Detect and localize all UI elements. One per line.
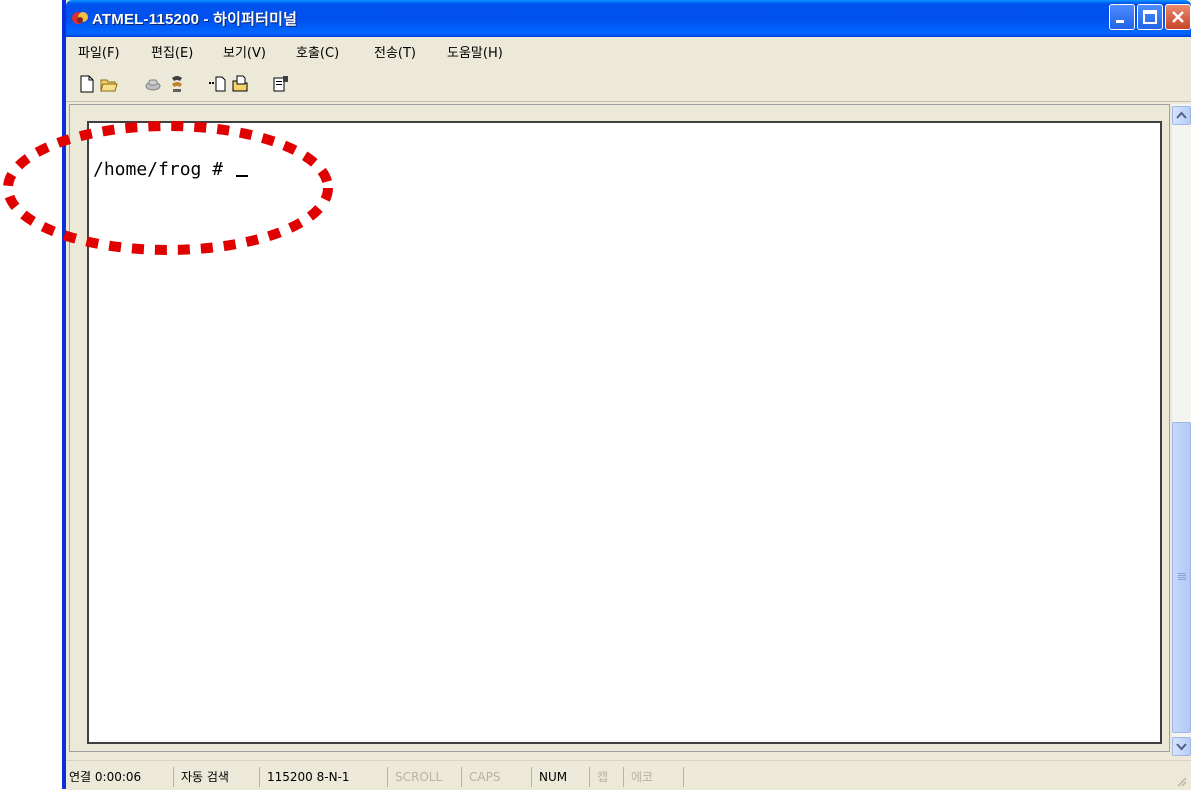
- hyperterminal-app-icon: [72, 12, 88, 24]
- disconnect-icon[interactable]: [168, 75, 186, 93]
- menu-call[interactable]: 호출(C): [296, 42, 339, 61]
- window-title: ATMEL-115200 - 하이퍼터미널: [92, 11, 298, 28]
- title-bar[interactable]: ATMEL-115200 - 하이퍼터미널: [66, 0, 1191, 37]
- menu-help[interactable]: 도움말(H): [447, 42, 503, 61]
- menu-edit[interactable]: 편집(E): [151, 42, 193, 61]
- status-echo: 에코: [628, 767, 684, 787]
- scroll-thumb[interactable]: [1172, 422, 1191, 733]
- properties-icon[interactable]: [272, 75, 290, 93]
- minimize-icon: [1116, 20, 1124, 23]
- status-auto-detect: 자동 검색: [178, 767, 260, 787]
- menu-transfer[interactable]: 전송(T): [374, 42, 416, 61]
- terminal-cursor: [235, 175, 248, 177]
- scroll-down-button[interactable]: [1172, 737, 1191, 756]
- maximize-icon: [1143, 10, 1157, 24]
- status-num: NUM: [536, 767, 590, 787]
- close-button[interactable]: [1165, 4, 1191, 30]
- terminal-screen[interactable]: /home/frog #: [87, 121, 1162, 744]
- status-port-settings: 115200 8-N-1: [264, 767, 388, 787]
- status-connection-time: 연결 0:00:06: [66, 767, 174, 787]
- terminal-prompt-line: /home/frog #: [93, 159, 248, 180]
- chevron-up-icon: [1176, 111, 1187, 119]
- send-file-icon[interactable]: [209, 75, 227, 93]
- maximize-button[interactable]: [1137, 4, 1163, 30]
- menu-file[interactable]: 파일(F): [78, 42, 120, 61]
- status-caps: CAPS: [466, 767, 532, 787]
- scroll-up-button[interactable]: [1172, 106, 1191, 125]
- new-file-icon[interactable]: [78, 75, 96, 93]
- chevron-down-icon: [1176, 743, 1187, 751]
- status-bar: 연결 0:00:06 자동 검색 115200 8-N-1 SCROLL CAP…: [66, 760, 1191, 790]
- status-capture: 캡: [594, 767, 624, 787]
- call-icon[interactable]: [144, 75, 162, 93]
- terminal-prompt: /home/frog #: [93, 159, 234, 180]
- close-icon: [1172, 11, 1184, 23]
- resize-grip-icon[interactable]: [1175, 775, 1187, 787]
- scroll-grip-icon: [1178, 573, 1186, 580]
- menu-view[interactable]: 보기(V): [223, 42, 266, 61]
- status-scroll: SCROLL: [392, 767, 462, 787]
- receive-file-icon[interactable]: [232, 75, 250, 93]
- open-folder-icon[interactable]: [100, 75, 118, 93]
- minimize-button[interactable]: [1109, 4, 1135, 30]
- toolbar: [66, 63, 1191, 102]
- vertical-scrollbar[interactable]: [1172, 104, 1191, 756]
- hyperterminal-window: ATMEL-115200 - 하이퍼터미널 파일(F) 편집(E) 보기(V) …: [62, 0, 1191, 790]
- menu-bar: 파일(F) 편집(E) 보기(V) 호출(C) 전송(T) 도움말(H): [66, 37, 1191, 63]
